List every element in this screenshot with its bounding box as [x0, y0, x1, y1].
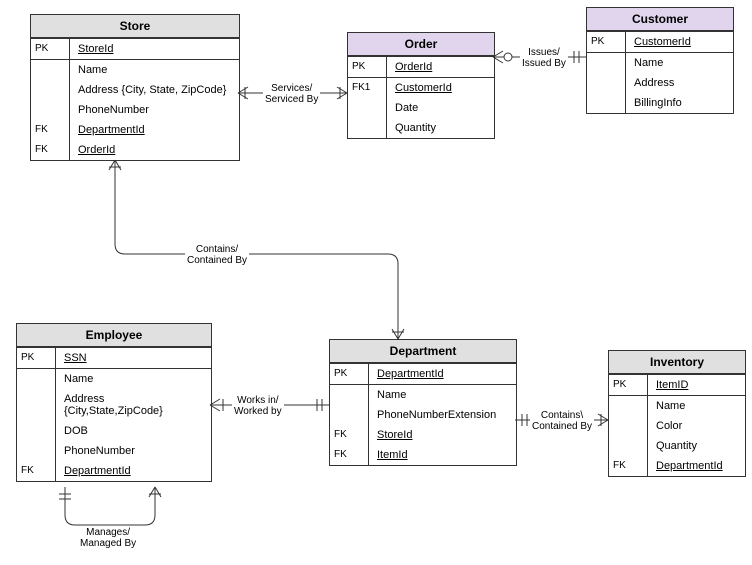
customer-blank1 [587, 53, 626, 73]
store-blank3 [31, 100, 70, 120]
store-title: Store [31, 15, 239, 39]
store-blank1 [31, 60, 70, 80]
customer-customerid: CustomerId [626, 32, 733, 52]
rel-contains1: Contains/ Contained By [185, 244, 249, 266]
inventory-color: Color [648, 416, 745, 436]
customer-address: Address [626, 73, 733, 93]
customer-blank2 [587, 73, 626, 93]
inventory-quantity: Quantity [648, 436, 745, 456]
employee-fk-label: FK [17, 461, 56, 481]
store-departmentid: DepartmentId [70, 120, 239, 140]
order-orderid: OrderId [387, 57, 494, 77]
inventory-fk-label: FK [609, 456, 648, 476]
department-fk2-label: FK [330, 445, 369, 465]
rel-worksin: Works in/ Worked by [232, 395, 284, 417]
employee-blank4 [17, 441, 56, 461]
store-name: Name [70, 60, 239, 80]
store-phonenumber: PhoneNumber [70, 100, 239, 120]
employee-blank1 [17, 369, 56, 389]
employee-ssn: SSN [56, 348, 211, 368]
entity-order: Order PK OrderId FK1 CustomerId Date Qua… [347, 32, 495, 139]
department-itemid: ItemId [369, 445, 516, 465]
employee-name: Name [56, 369, 211, 389]
employee-pk-label: PK [17, 348, 56, 368]
department-name: Name [369, 385, 516, 405]
employee-departmentid: DepartmentId [56, 461, 211, 481]
customer-name: Name [626, 53, 733, 73]
department-blank2 [330, 405, 369, 425]
order-pk-label: PK [348, 57, 387, 77]
rel-contains2: Contains\ Contained By [530, 410, 594, 432]
employee-blank3 [17, 421, 56, 441]
customer-billinginfo: BillingInfo [626, 93, 733, 113]
department-pk-label: PK [330, 364, 369, 384]
department-title: Department [330, 340, 516, 364]
store-orderid: OrderId [70, 140, 239, 160]
department-fk1-label: FK [330, 425, 369, 445]
employee-title: Employee [17, 324, 211, 348]
inventory-blank1 [609, 396, 648, 416]
rel-manages: Manages/ Managed By [78, 527, 138, 549]
employee-blank2 [17, 389, 56, 421]
customer-blank3 [587, 93, 626, 113]
order-customerid: CustomerId [387, 78, 494, 98]
rel-issues: Issues/ Issued By [520, 47, 568, 69]
store-pk-label: PK [31, 39, 70, 59]
department-blank1 [330, 385, 369, 405]
inventory-blank3 [609, 436, 648, 456]
employee-phonenumber: PhoneNumber [56, 441, 211, 461]
order-title: Order [348, 33, 494, 57]
entity-inventory: Inventory PK ItemID Name Color Quantity … [608, 350, 746, 477]
department-departmentid: DepartmentId [369, 364, 516, 384]
inventory-departmentid: DepartmentId [648, 456, 745, 476]
store-storeid: StoreId [70, 39, 239, 59]
rel-services: Services/ Serviced By [263, 83, 320, 105]
order-fk1-label: FK1 [348, 78, 387, 98]
employee-dob: DOB [56, 421, 211, 441]
order-quantity: Quantity [387, 118, 494, 138]
inventory-pk-label: PK [609, 375, 648, 395]
customer-pk-label: PK [587, 32, 626, 52]
entity-employee: Employee PK SSN Name Address {City,State… [16, 323, 212, 482]
inventory-name: Name [648, 396, 745, 416]
inventory-itemid: ItemID [648, 375, 745, 395]
inventory-title: Inventory [609, 351, 745, 375]
employee-address: Address {City,State,ZipCode} [56, 389, 211, 421]
store-address: Address {City, State, ZipCode} [70, 80, 239, 100]
order-blank1 [348, 98, 387, 118]
order-blank2 [348, 118, 387, 138]
entity-department: Department PK DepartmentId Name PhoneNum… [329, 339, 517, 466]
entity-store: Store PK StoreId Name Address {City, Sta… [30, 14, 240, 161]
store-fk1-label: FK [31, 120, 70, 140]
store-fk2-label: FK [31, 140, 70, 160]
order-date: Date [387, 98, 494, 118]
department-phoneext: PhoneNumberExtension [369, 405, 516, 425]
department-storeid: StoreId [369, 425, 516, 445]
inventory-blank2 [609, 416, 648, 436]
store-blank2 [31, 80, 70, 100]
entity-customer: Customer PK CustomerId Name Address Bill… [586, 7, 734, 114]
customer-title: Customer [587, 8, 733, 32]
